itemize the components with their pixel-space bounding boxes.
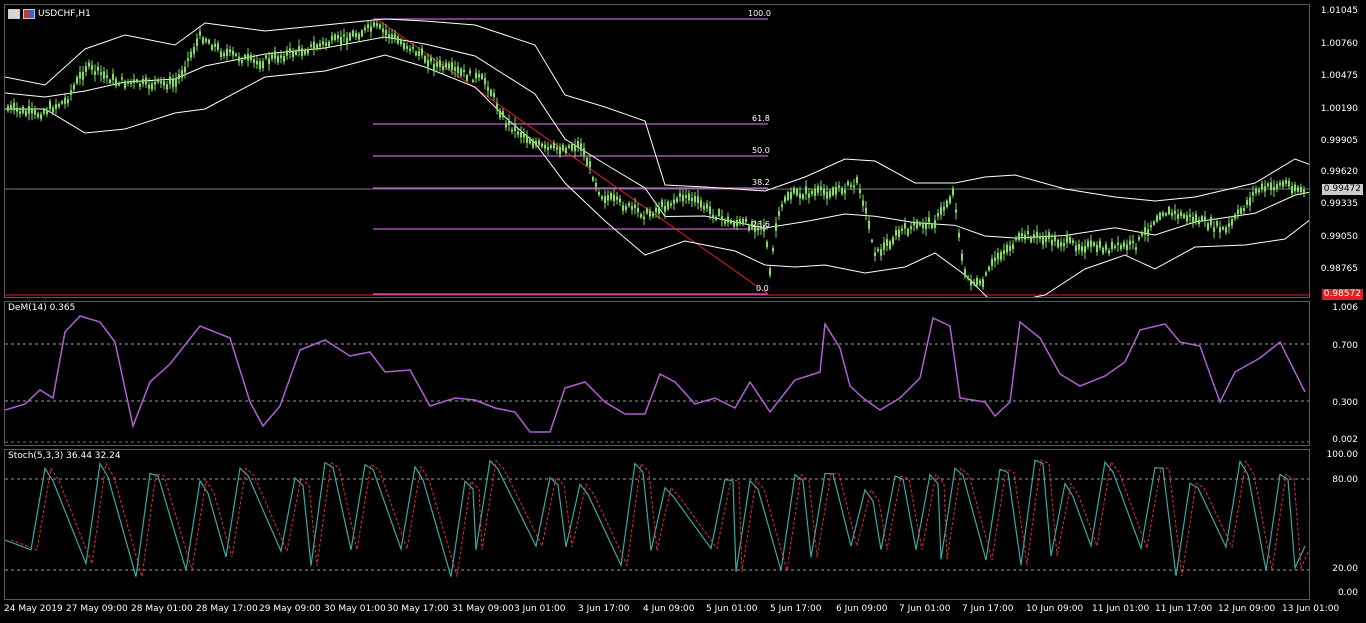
window-icon[interactable] — [8, 9, 20, 19]
price-tick: 1.00760 — [1320, 39, 1358, 49]
demarker-axis: 1.006 0.700 0.300 0.002 — [1310, 301, 1366, 446]
time-tick: 30 May 17:00 — [387, 604, 449, 614]
fib-label-100: 100.0 — [748, 9, 771, 18]
dem-tick: 0.700 — [1332, 341, 1358, 351]
bollinger-middle-band — [5, 36, 1309, 239]
time-tick: 11 Jun 01:00 — [1092, 604, 1150, 614]
time-tick: 3 Jun 01:00 — [514, 604, 566, 614]
price-tick: 0.99335 — [1320, 199, 1358, 209]
dem-tick: 0.002 — [1332, 435, 1358, 445]
stoch-tick: 20.00 — [1332, 564, 1358, 574]
fib-label-61-8: 61.8 — [752, 114, 770, 123]
symbol-label: USDCHF,H1 — [38, 9, 91, 19]
price-pane[interactable]: USDCHF,H1 100.0 61.8 50.0 38.2 23.6 0.0 — [4, 4, 1310, 298]
price-tick: 0.99620 — [1320, 167, 1358, 177]
red-line-price-tag: 0.98572 — [1321, 289, 1363, 300]
demarker-line — [5, 315, 1306, 433]
stochastic-pane[interactable]: Stoch(5,3,3) 36.44 32.24 — [4, 449, 1310, 600]
price-tick: 0.98765 — [1320, 264, 1358, 274]
time-tick: 28 May 17:00 — [196, 604, 258, 614]
demarker-label: DeM(14) 0.365 — [8, 303, 76, 313]
time-axis: 24 May 2019 27 May 09:00 28 May 01:00 28 Ma… — [4, 600, 1339, 623]
time-tick: 5 Jun 17:00 — [770, 604, 822, 614]
time-tick: 31 May 09:00 — [452, 604, 514, 614]
time-tick: 7 Jun 01:00 — [899, 604, 951, 614]
demarker-chart[interactable] — [5, 302, 1310, 446]
flag-icon — [23, 9, 35, 19]
fib-label-0: 0.0 — [756, 284, 769, 293]
price-tick: 1.00475 — [1320, 71, 1358, 81]
time-tick: 5 Jun 01:00 — [706, 604, 758, 614]
time-tick: 10 Jun 09:00 — [1026, 604, 1084, 614]
time-tick: 30 May 01:00 — [324, 604, 386, 614]
time-tick: 13 Jun 01:00 — [1282, 604, 1340, 614]
time-tick: 24 May 2019 — [4, 604, 63, 614]
stochastic-chart[interactable] — [5, 450, 1310, 600]
price-tick: 1.00190 — [1320, 104, 1358, 114]
time-tick: 6 Jun 09:00 — [836, 604, 888, 614]
price-tick: 0.99050 — [1320, 232, 1358, 242]
time-tick: 12 Jun 09:00 — [1218, 604, 1276, 614]
time-tick: 4 Jun 09:00 — [643, 604, 695, 614]
price-axis: 1.01045 1.00760 1.00475 1.00190 0.99905 … — [1310, 4, 1366, 300]
stoch-tick: 0.00 — [1337, 588, 1358, 598]
dem-tick: 1.006 — [1332, 303, 1358, 313]
fib-label-23-6: 23.6 — [752, 220, 770, 229]
time-tick: 11 Jun 17:00 — [1155, 604, 1213, 614]
dem-tick: 0.300 — [1332, 398, 1358, 408]
bollinger-lower-band — [5, 54, 1309, 297]
fib-label-50: 50.0 — [752, 146, 770, 155]
price-tick: 1.01045 — [1320, 6, 1358, 16]
stoch-tick: 100.00 — [1326, 450, 1359, 460]
fib-label-38-2: 38.2 — [752, 178, 770, 187]
stochastic-axis: 100.00 80.00 20.00 0.00 — [1310, 449, 1366, 600]
stochastic-label: Stoch(5,3,3) 36.44 32.24 — [8, 451, 121, 461]
stoch-tick: 80.00 — [1332, 475, 1358, 485]
chart-window: USDCHF,H1 100.0 61.8 50.0 38.2 23.6 0.0 … — [0, 0, 1366, 623]
demarker-pane[interactable]: DeM(14) 0.365 — [4, 301, 1310, 446]
time-tick: 28 May 01:00 — [131, 604, 193, 614]
time-tick: 27 May 09:00 — [66, 604, 128, 614]
time-tick: 7 Jun 17:00 — [962, 604, 1014, 614]
price-chart[interactable] — [5, 5, 1310, 298]
time-tick: 29 May 09:00 — [259, 604, 321, 614]
time-tick: 3 Jun 17:00 — [578, 604, 630, 614]
current-price-tag: 0.99472 — [1321, 184, 1363, 195]
price-tick: 0.99905 — [1320, 136, 1358, 146]
chart-title: USDCHF,H1 — [8, 9, 91, 19]
